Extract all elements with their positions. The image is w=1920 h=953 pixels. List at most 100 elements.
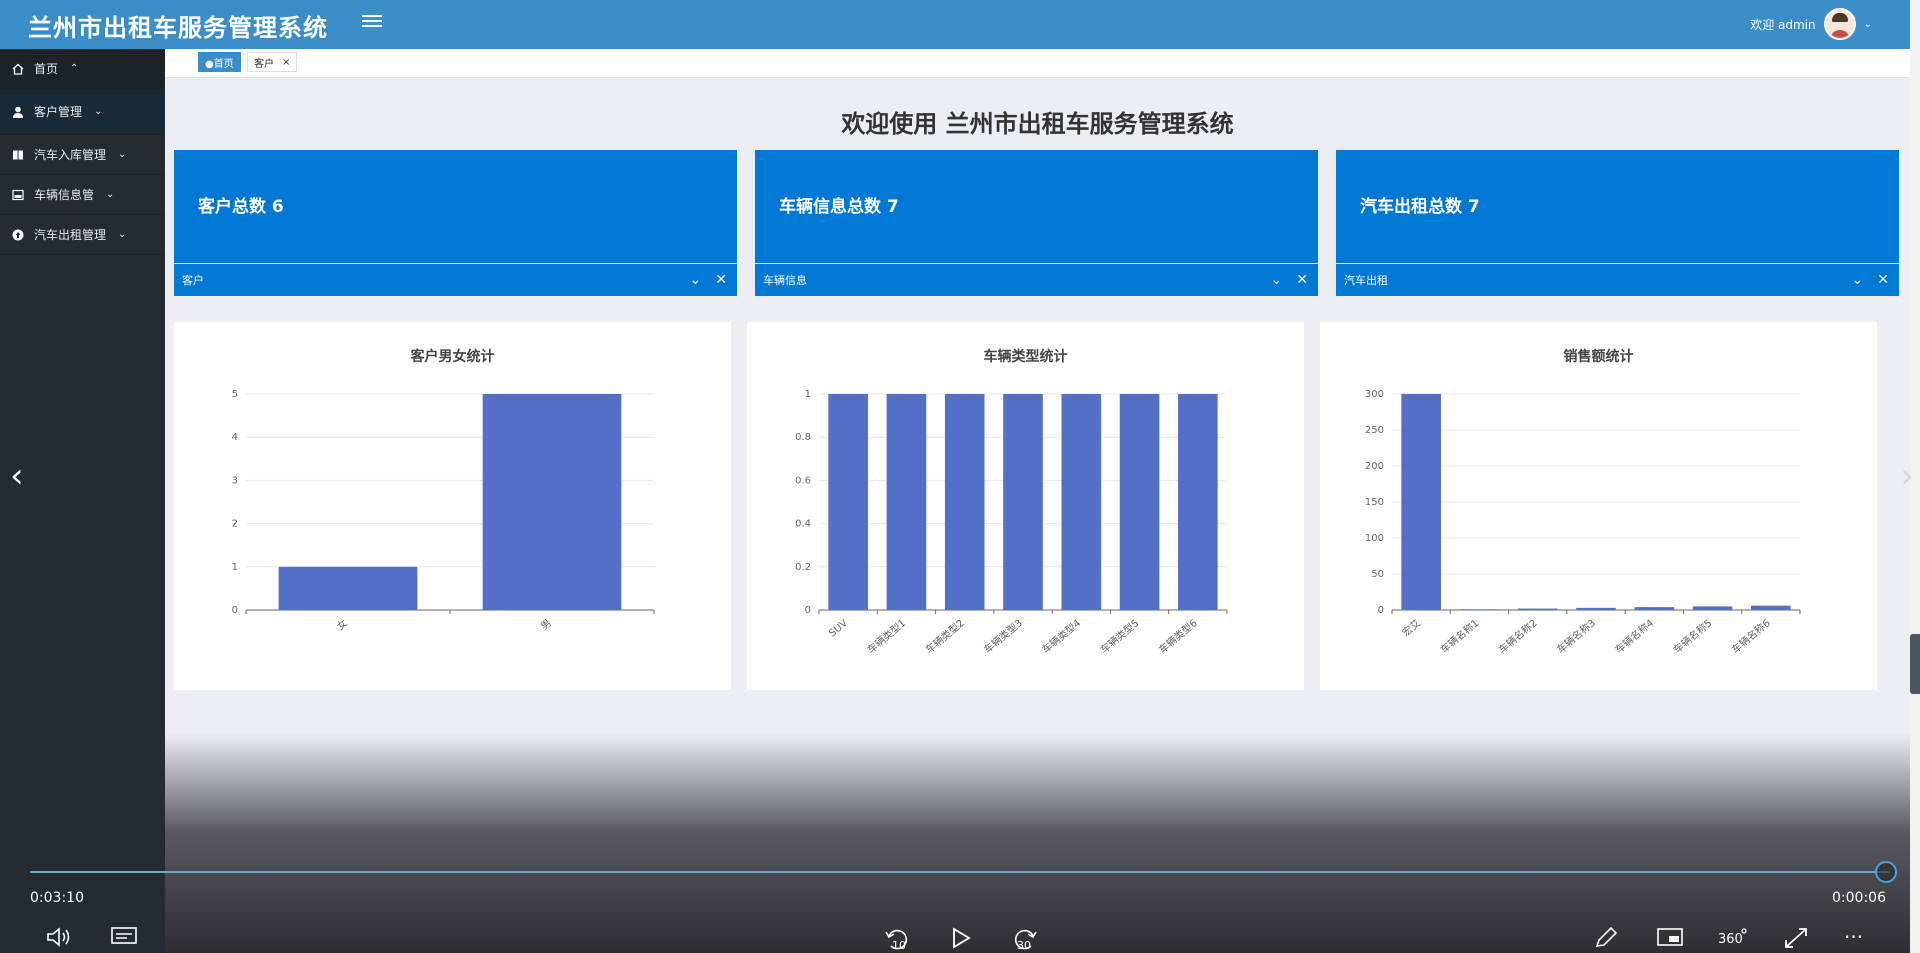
y-tick-label: 1 — [805, 389, 811, 400]
x-tick-label: 车辆名称1 — [1437, 616, 1481, 656]
x-tick-label: 车辆类型3 — [981, 616, 1025, 656]
chevron-down-icon[interactable]: ⌄ — [1864, 19, 1872, 30]
x-tick-label: 男 — [539, 617, 554, 633]
y-tick-label: 50 — [1371, 569, 1384, 580]
stat-card-footer: 客户 ⌄ ✕ — [174, 263, 737, 296]
video-controls-shade — [165, 733, 1910, 953]
y-tick-label: 200 — [1365, 461, 1384, 472]
menu-toggle-icon[interactable] — [362, 12, 382, 32]
x-tick-label: 车辆类型6 — [1156, 616, 1200, 656]
y-tick-label: 0 — [1378, 605, 1384, 616]
volume-icon[interactable] — [46, 926, 74, 952]
picture-in-picture-icon[interactable] — [1656, 926, 1684, 952]
previous-arrow-icon[interactable]: ‹ — [10, 456, 24, 496]
x-tick-label: 车辆类型1 — [864, 616, 908, 656]
chevron-down-icon: ⌄ — [106, 189, 115, 200]
user-icon — [12, 106, 24, 118]
y-tick-label: 150 — [1365, 497, 1384, 508]
y-tick-label: 1 — [232, 562, 238, 573]
vr-label: 360 — [1718, 932, 1743, 947]
stat-card-text: 车辆信息总数 7 — [779, 197, 899, 217]
rewind-label: 10 — [892, 939, 906, 952]
chart-bar — [1517, 608, 1558, 610]
chart-bar — [278, 566, 418, 610]
forward-label: 30 — [1017, 939, 1031, 952]
close-icon[interactable]: ✕ — [1877, 272, 1889, 288]
sidebar-item-vehicle-info[interactable]: 车辆信息管 ⌄ — [0, 175, 165, 215]
play-icon[interactable] — [950, 926, 972, 953]
gender-bar-chart: 0 1 2 3 4 5 女 男 — [232, 389, 655, 633]
y-tick-label: 0.8 — [795, 432, 811, 443]
app-title: 兰州市出租车服务管理系统 — [28, 14, 328, 42]
x-tick-label: 车辆类型4 — [1039, 616, 1083, 656]
close-icon[interactable]: ✕ — [715, 272, 727, 288]
x-tick-label: SUV — [827, 618, 850, 640]
fullscreen-icon[interactable] — [1783, 926, 1809, 953]
y-tick-label: 0.6 — [795, 475, 811, 486]
y-tick-label: 4 — [232, 432, 238, 443]
chevron-down-icon[interactable]: ⌄ — [690, 272, 702, 288]
sidebar-item-customers[interactable]: 客户管理 ⌄ — [0, 89, 165, 135]
remaining-time: 0:00:06 — [1832, 890, 1886, 906]
subtitles-icon[interactable] — [111, 926, 137, 952]
stat-card-footer-label: 汽车出租 — [1344, 274, 1388, 287]
elapsed-time: 0:03:10 — [30, 890, 84, 906]
chart-bar — [1751, 605, 1791, 610]
upload-circle-icon — [12, 229, 24, 241]
chart-bar — [1003, 394, 1043, 610]
y-tick-label: 5 — [232, 389, 238, 400]
edit-pen-icon[interactable] — [1593, 926, 1619, 953]
sidebar-item-label: 车辆信息管 — [34, 188, 95, 202]
stat-card-customers: 客户总数 6 客户 ⌄ ✕ — [174, 150, 737, 296]
tab-home[interactable]: ●首页 — [198, 52, 241, 72]
top-header: 兰州市出租车服务管理系统 欢迎 admin ⌄ — [0, 0, 1910, 49]
x-tick-label: 车辆类型2 — [923, 616, 967, 656]
close-icon[interactable]: ✕ — [1296, 272, 1308, 288]
y-tick-label: 250 — [1365, 425, 1384, 436]
x-tick-label: 车辆名称3 — [1554, 616, 1598, 656]
chart-bar — [482, 394, 622, 610]
tab-label: 客户 — [254, 58, 274, 70]
tab-customer[interactable]: 客户 × — [247, 52, 298, 72]
image-icon — [12, 189, 24, 201]
avatar[interactable] — [1823, 8, 1856, 40]
chevron-down-icon[interactable]: ⌄ — [1852, 272, 1864, 288]
chevron-down-icon: ⌄ — [118, 149, 127, 160]
stat-card-footer: 车辆信息 ⌄ ✕ — [755, 263, 1318, 296]
sidebar-item-label: 首页 — [34, 62, 59, 76]
x-tick-label: 车辆名称2 — [1496, 616, 1540, 656]
x-tick-label: 车辆名称5 — [1671, 616, 1715, 656]
forward-30-icon[interactable]: 30 — [1009, 926, 1039, 953]
x-tick-label: 车辆名称4 — [1612, 616, 1656, 656]
sidebar-item-home[interactable]: 首页 ⌃ — [0, 49, 165, 89]
tab-label: ●首页 — [205, 58, 234, 70]
stat-card-footer-label: 客户 — [182, 274, 204, 287]
chart-bar — [1634, 607, 1675, 610]
x-tick-label: 宏艾 — [1399, 616, 1423, 639]
more-options-icon[interactable]: ··· — [1844, 926, 1863, 948]
sidebar-item-car-rental[interactable]: 汽车出租管理 ⌄ — [0, 215, 165, 255]
sidebar-item-label: 汽车入库管理 — [34, 148, 107, 162]
rewind-10-icon[interactable]: 10 — [883, 926, 913, 953]
next-arrow-icon[interactable]: › — [1900, 456, 1914, 496]
stat-card-rentals: 汽车出租总数 7 汽车出租 ⌄ ✕ — [1336, 150, 1899, 296]
chart-bar — [1692, 606, 1733, 610]
y-tick-label: 0 — [232, 605, 238, 616]
page-title: 欢迎使用 兰州市出租车服务管理系统 — [841, 110, 1234, 138]
chart-bar — [1178, 394, 1218, 610]
y-tick-label: 100 — [1365, 533, 1384, 544]
close-icon[interactable]: × — [282, 57, 290, 68]
x-tick-label: 车辆类型5 — [1098, 616, 1142, 656]
video-progress-bar[interactable] — [30, 871, 1890, 873]
chevron-down-icon[interactable]: ⌄ — [1271, 272, 1283, 288]
vr-360-icon[interactable]: 360 — [1716, 926, 1748, 953]
user-menu[interactable]: 欢迎 admin ⌄ — [1750, 4, 1872, 44]
chevron-up-icon: ⌃ — [70, 63, 79, 74]
vehicle-type-bar-chart: 0 0.2 0.4 0.6 0.8 1 SUV 车辆类型1 车辆类型2 车辆类型3 车辆类型4 车辆类… — [795, 389, 1228, 656]
stat-card-vehicles: 车辆信息总数 7 车辆信息 ⌄ ✕ — [755, 150, 1318, 296]
sidebar-item-car-storage[interactable]: 汽车入库管理 ⌄ — [0, 135, 165, 175]
y-tick-label: 2 — [232, 519, 238, 530]
y-tick-label: 300 — [1365, 389, 1384, 400]
scrollbar-thumb[interactable] — [1910, 634, 1920, 694]
y-tick-label: 3 — [232, 475, 238, 486]
